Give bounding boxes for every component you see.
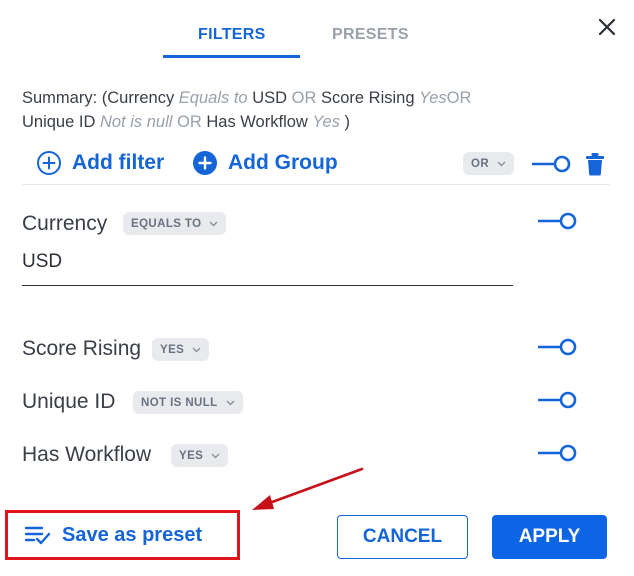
operator-value: NOT IS NULL (141, 396, 218, 409)
group-operator-value: OR (471, 157, 490, 170)
operator-value: YES (160, 343, 185, 356)
filter-row-currency: Currency (22, 212, 107, 236)
chevron-down-icon (211, 453, 220, 458)
tab-bar: FILTERS PRESETS (0, 0, 634, 60)
summary-conjunction: OR (177, 113, 202, 131)
list-check-icon (24, 526, 51, 545)
operator-select[interactable]: YES (152, 338, 210, 361)
operator-select[interactable]: EQUALS TO (123, 212, 227, 235)
filter-row-score-rising: Score Rising (22, 337, 141, 361)
operator-select[interactable]: NOT IS NULL (133, 391, 243, 414)
tab-presets[interactable]: PRESETS (332, 26, 409, 44)
toggle-icon[interactable] (537, 444, 579, 462)
plus-circle-icon (193, 151, 217, 175)
summary-prefix: Summary: ( (22, 89, 108, 107)
add-filter-label: Add filter (72, 151, 165, 174)
add-filter-button[interactable]: Add filter (36, 150, 164, 176)
chevron-down-icon (226, 400, 235, 405)
filter-summary: Summary: (Currency Equals to USD OR Scor… (22, 86, 532, 134)
filter-toolbar: Add filter Add Group OR (22, 145, 610, 185)
toggle-icon[interactable] (537, 212, 579, 230)
group-toggle-icon[interactable] (531, 155, 573, 173)
red-arrow-annotation (252, 467, 364, 510)
plus-circle-icon (37, 151, 61, 175)
summary-operator: Yes (312, 113, 340, 131)
summary-field: Currency (107, 89, 175, 107)
tab-filters[interactable]: FILTERS (198, 26, 266, 44)
input-underline (22, 285, 513, 286)
summary-operator: Yes (419, 89, 447, 107)
trash-icon[interactable] (585, 152, 605, 176)
summary-field: Unique ID (22, 113, 96, 131)
save-as-preset-label: Save as preset (62, 523, 203, 546)
add-group-label: Add Group (228, 151, 338, 174)
save-as-preset-button[interactable]: Save as preset (5, 510, 240, 560)
summary-conjunction: OR (446, 89, 472, 107)
group-operator-select[interactable]: OR (463, 152, 515, 175)
summary-field: Has Workflow (206, 113, 308, 131)
filter-row-has-workflow: Has Workflow (22, 443, 151, 467)
filter-label: Unique ID (22, 390, 116, 413)
summary-value: USD (252, 89, 288, 107)
summary-operator: Equals to (178, 89, 248, 107)
summary-conjunction: OR (291, 89, 317, 107)
filter-row-unique-id: Unique ID (22, 390, 115, 414)
operator-value: EQUALS TO (131, 217, 202, 230)
add-group-button[interactable]: Add Group (192, 150, 338, 176)
filter-label: Currency (22, 212, 108, 235)
chevron-down-icon (192, 347, 201, 352)
close-icon[interactable] (594, 14, 620, 40)
summary-field: Score Rising (320, 89, 415, 107)
toggle-icon[interactable] (537, 338, 579, 356)
filter-label: Score Rising (22, 337, 142, 360)
summary-suffix: ) (344, 113, 351, 131)
active-tab-indicator (163, 55, 300, 58)
chevron-down-icon (497, 161, 506, 166)
filter-label: Has Workflow (22, 443, 152, 466)
operator-value: YES (179, 449, 204, 462)
cancel-button[interactable]: CANCEL (337, 515, 468, 559)
operator-select[interactable]: YES (171, 444, 229, 467)
toggle-icon[interactable] (537, 391, 579, 409)
chevron-down-icon (209, 221, 218, 226)
summary-operator: Not is null (99, 113, 173, 131)
apply-button[interactable]: APPLY (492, 515, 607, 559)
currency-input[interactable]: USD (22, 251, 62, 273)
